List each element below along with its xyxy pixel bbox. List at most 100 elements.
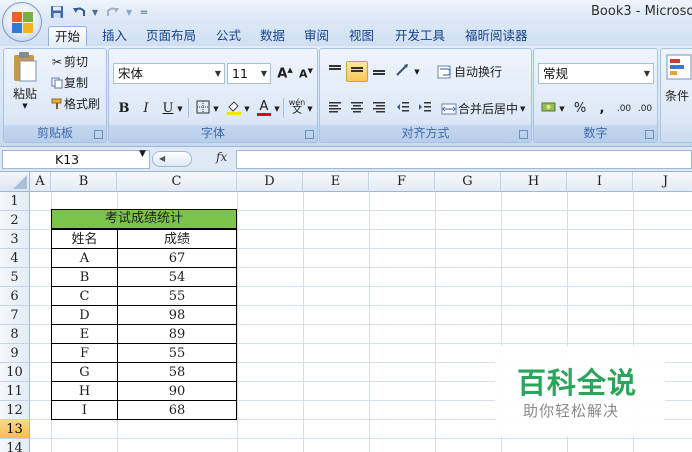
save-icon[interactable] [48,3,66,21]
table-cell-name[interactable]: F [52,344,117,364]
phonetic-dropdown-icon[interactable]: ▼ [305,98,315,119]
tab-review[interactable]: 审阅 [298,26,335,46]
align-bottom-button[interactable] [368,61,390,82]
undo-dropdown-icon[interactable]: ▼ [92,8,100,17]
tab-data[interactable]: 数据 [254,26,291,46]
formula-expand-handle[interactable]: ◀ [152,151,192,167]
table-cell-name[interactable]: D [52,306,117,326]
tab-formulas[interactable]: 公式 [210,26,247,46]
orientation-dropdown-icon[interactable]: ▼ [412,61,422,82]
header-cell-score[interactable]: 成绩 [118,230,236,250]
table-cell-score[interactable]: 89 [118,325,236,345]
row-header-1[interactable]: 1 [0,192,30,211]
tab-insert[interactable]: 插入 [96,26,133,46]
column-header-d[interactable]: D [237,172,303,192]
bold-button[interactable]: B [113,98,135,119]
row-header-12[interactable]: 12 [0,401,30,420]
row-header-9[interactable]: 9 [0,344,30,363]
column-header-f[interactable]: F [369,172,435,192]
select-all-button[interactable] [0,172,30,192]
align-top-button[interactable] [324,61,346,82]
tab-page-layout[interactable]: 页面布局 [140,26,202,46]
table-cell-score[interactable]: 90 [118,382,236,402]
table-cell-score[interactable]: 58 [118,363,236,383]
row-header-13-selected[interactable]: 13 [0,420,30,439]
table-title-cell[interactable]: 考试成绩统计 [51,209,237,229]
name-box[interactable]: K13 [2,150,150,169]
accounting-dropdown-icon[interactable]: ▼ [557,98,567,119]
column-header-i[interactable]: I [567,172,633,192]
column-header-b[interactable]: B [51,172,117,192]
column-header-g[interactable]: G [435,172,501,192]
row-header-7[interactable]: 7 [0,306,30,325]
row-header-2[interactable]: 2 [0,211,30,230]
italic-button[interactable]: I [135,98,157,119]
align-middle-button[interactable] [346,61,368,82]
tab-home[interactable]: 开始 [48,26,88,46]
align-left-button[interactable] [324,98,346,119]
format-painter-button[interactable]: 格式刷 [50,95,100,112]
row-header-4[interactable]: 4 [0,249,30,268]
row-header-6[interactable]: 6 [0,287,30,306]
table-cell-score[interactable]: 55 [118,287,236,307]
table-cell-name[interactable]: G [52,363,117,383]
row-header-11[interactable]: 11 [0,382,30,401]
table-cell-name[interactable]: B [52,268,117,288]
column-header-c[interactable]: C [117,172,237,192]
table-cell-name[interactable]: I [52,401,117,421]
align-right-button[interactable] [368,98,390,119]
table-cell-name[interactable]: E [52,325,117,345]
row-header-5[interactable]: 5 [0,268,30,287]
increase-decimal-button[interactable]: .00 [613,98,635,119]
conditional-formatting-button[interactable]: 条件 [665,53,692,104]
row-header-14[interactable]: 14 [0,439,30,452]
comma-style-button[interactable]: , [591,98,613,119]
column-header-h[interactable]: H [501,172,567,192]
table-cell-score[interactable]: 67 [118,249,236,269]
underline-dropdown-icon[interactable]: ▼ [175,98,185,119]
number-format-select[interactable]: 常规 ▼ [538,63,654,84]
row-header-3[interactable]: 3 [0,230,30,249]
align-center-button[interactable] [346,98,368,119]
wrap-text-button[interactable]: 自动换行 [436,63,502,80]
number-dialog-launcher[interactable] [645,130,654,139]
merge-center-button[interactable]: 合并后居中 ▼ [440,100,525,117]
insert-function-icon[interactable]: fx [216,150,227,164]
tab-developer[interactable]: 开发工具 [389,26,451,46]
table-cell-score[interactable]: 68 [118,401,236,421]
tab-foxit-reader[interactable]: 福昕阅读器 [459,26,534,46]
fill-color-dropdown-icon[interactable]: ▼ [242,98,252,119]
increase-indent-button[interactable] [414,98,436,119]
alignment-dialog-launcher[interactable] [519,130,528,139]
name-box-dropdown-icon[interactable]: ▼ [139,149,146,159]
percent-style-button[interactable]: % [569,98,591,119]
tab-view[interactable]: 视图 [343,26,380,46]
customize-toolbar-icon[interactable]: = [138,3,150,21]
formula-input[interactable] [236,150,692,169]
undo-icon[interactable] [70,3,88,21]
font-color-dropdown-icon[interactable]: ▼ [272,98,282,119]
orientation-button[interactable] [392,61,414,82]
row-header-10[interactable]: 10 [0,363,30,382]
shrink-font-button[interactable]: A▼ [295,63,317,84]
borders-dropdown-icon[interactable]: ▼ [211,98,221,119]
decrease-indent-button[interactable] [392,98,414,119]
row-header-8[interactable]: 8 [0,325,30,344]
cut-button[interactable]: ✂ 剪切 [50,53,88,70]
table-cell-score[interactable]: 55 [118,344,236,364]
paste-button[interactable]: 粘贴 ▼ [8,51,42,119]
table-cell-name[interactable]: C [52,287,117,307]
font-name-select[interactable]: 宋体 ▼ [113,63,225,84]
header-cell-name[interactable]: 姓名 [52,230,117,250]
grow-font-button[interactable]: A▲ [274,63,296,84]
column-header-e[interactable]: E [303,172,369,192]
column-header-a[interactable]: A [30,172,51,192]
decrease-decimal-button[interactable]: .00 [634,98,656,119]
table-cell-score[interactable]: 98 [118,306,236,326]
copy-button[interactable]: 复制 [50,74,88,91]
redo-icon[interactable] [104,3,122,21]
office-button[interactable] [2,2,42,42]
table-cell-name[interactable]: H [52,382,117,402]
font-size-select[interactable]: 11 ▼ [227,63,271,84]
font-dialog-launcher[interactable] [305,130,314,139]
